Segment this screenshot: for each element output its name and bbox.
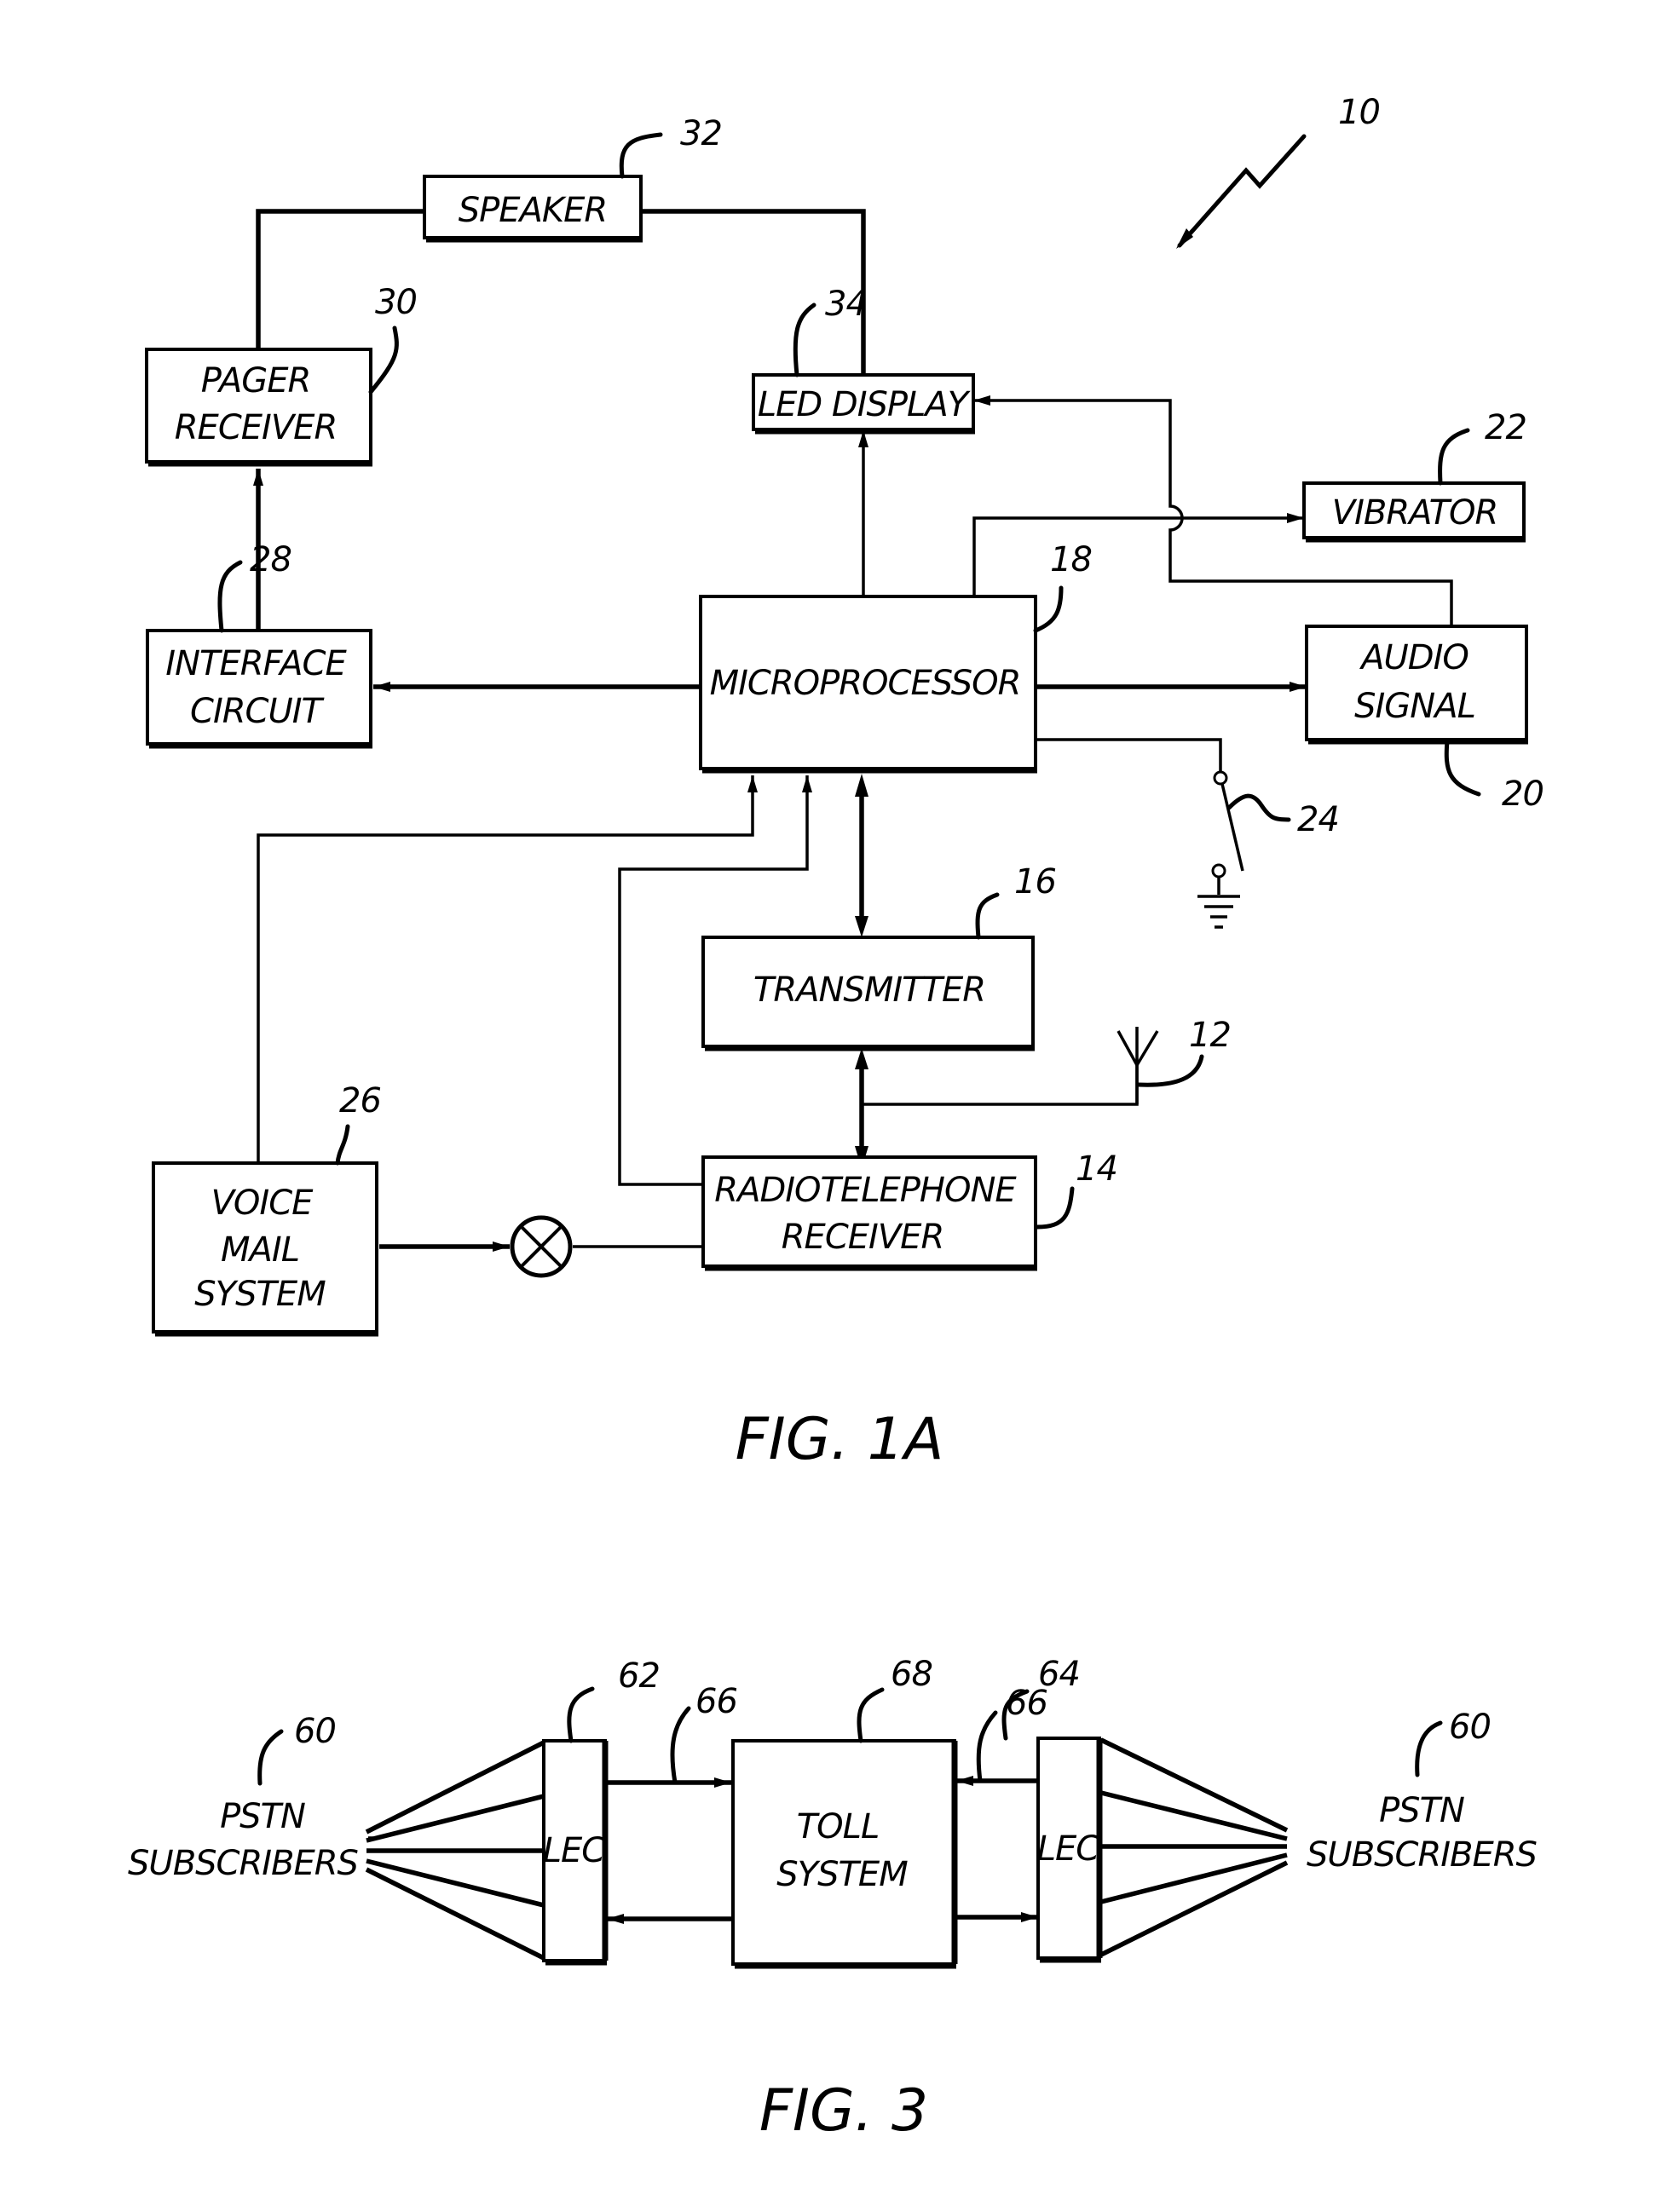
block-label: RECEIVER [782,1218,944,1257]
audio-signal-block: AUDIO SIGNAL 20 [1305,625,1544,814]
ref-label: 64 [1038,1655,1080,1694]
block-label: SPEAKER [459,191,607,230]
block-label: VOICE [211,1184,314,1223]
figure-caption-1a: FIG. 1A [736,1406,944,1473]
block-label: MAIL [221,1230,299,1270]
fan-lines-left [365,1740,545,1961]
block-label: RADIOTELEPHONE [714,1171,1017,1210]
subscribers-label: SUBSCRIBERS [128,1844,359,1883]
block-label: AUDIO [1359,638,1468,677]
ref-label: 12 [1189,1016,1231,1055]
ground-switch: 24 [1197,770,1340,929]
left-trunk-lines: 66 [607,1682,738,1924]
ref-label: 28 [250,540,291,579]
ref-label: 20 [1502,775,1543,814]
ref-label: 66 [695,1682,737,1721]
block-label: INTERFACE [165,644,347,683]
block-label: LEC [1037,1829,1100,1869]
ref-label: 60 [294,1712,336,1751]
ref-label: 62 [618,1656,660,1696]
block-label: TRANSMITTER [753,971,985,1010]
figure-3: PSTN SUBSCRIBERS 60 LEC 62 66 TOLL SYSTE… [128,1655,1538,2145]
block-label: CIRCUIT [190,692,326,731]
ref-label: 10 [1338,93,1380,132]
ref-label: 24 [1297,800,1339,839]
right-pstn-subscribers: PSTN SUBSCRIBERS 60 [1307,1708,1538,1875]
pager-receiver-block: PAGER RECEIVER 30 [145,283,418,467]
block-label: SIGNAL [1354,687,1475,726]
ref-label: 26 [339,1081,381,1120]
ref-label: 34 [825,285,867,324]
ground-icon [1197,895,1240,929]
antenna-icon [1117,1027,1159,1104]
figure-caption-3: FIG. 3 [759,2077,928,2145]
antenna: 12 [1117,1016,1232,1104]
ref-label: 22 [1485,408,1526,447]
block-label: SYSTEM [194,1275,326,1314]
radiotelephone-receiver-block: RADIOTELEPHONE RECEIVER 14 [701,1149,1118,1271]
switch-contact-icon [1213,770,1228,786]
vibrator-block: VIBRATOR 22 [1302,408,1527,543]
subscribers-label: PSTN [220,1797,305,1836]
left-pstn-subscribers: PSTN SUBSCRIBERS 60 [128,1712,373,1883]
fan-lines-right [1099,1737,1289,1957]
interface-circuit-block: INTERFACE CIRCUIT 28 [146,540,372,749]
block-label: SYSTEM [776,1855,908,1894]
subscribers-label: PSTN [1379,1791,1464,1830]
block-label: VIBRATOR [1332,493,1498,533]
system-zigzag-arrow-icon [1177,134,1307,248]
subscribers-label: SUBSCRIBERS [1307,1835,1538,1875]
block-label: MICROPROCESSOR [710,664,1021,703]
block-label: LEC [543,1831,606,1870]
ref-label: 16 [1014,862,1056,902]
system-reference-10: 10 [1176,93,1381,249]
block-label: PAGER [201,361,311,400]
ref-label: 14 [1076,1149,1117,1189]
microprocessor-block: MICROPROCESSOR 18 [699,540,1093,774]
speaker-block: SPEAKER 32 [423,114,723,243]
multiplier-mixer-icon [510,1215,573,1278]
figure-1a: 10 SPEAKER 32 PAGER RECEIVER 30 LED DISP… [145,93,1544,1473]
block-label: TOLL [797,1807,880,1846]
block-label: LED DISPLAY [758,385,972,424]
voice-mail-system-block: VOICE MAIL SYSTEM 26 [152,1081,382,1337]
block-label: RECEIVER [175,408,338,447]
ref-label: 68 [891,1655,932,1694]
transmitter-block: TRANSMITTER 16 [701,862,1057,1051]
toll-system-block: TOLL SYSTEM 68 [731,1655,958,1969]
ref-label: 60 [1449,1708,1491,1747]
right-trunk-lines: 66 [956,1684,1048,1922]
ref-label: 32 [680,114,722,153]
patent-drawing-sheet: 10 SPEAKER 32 PAGER RECEIVER 30 LED DISP… [128,93,1544,2145]
ref-label: 18 [1050,540,1092,579]
ref-label: 30 [375,283,417,322]
left-lec-block: LEC 62 [365,1656,661,1966]
